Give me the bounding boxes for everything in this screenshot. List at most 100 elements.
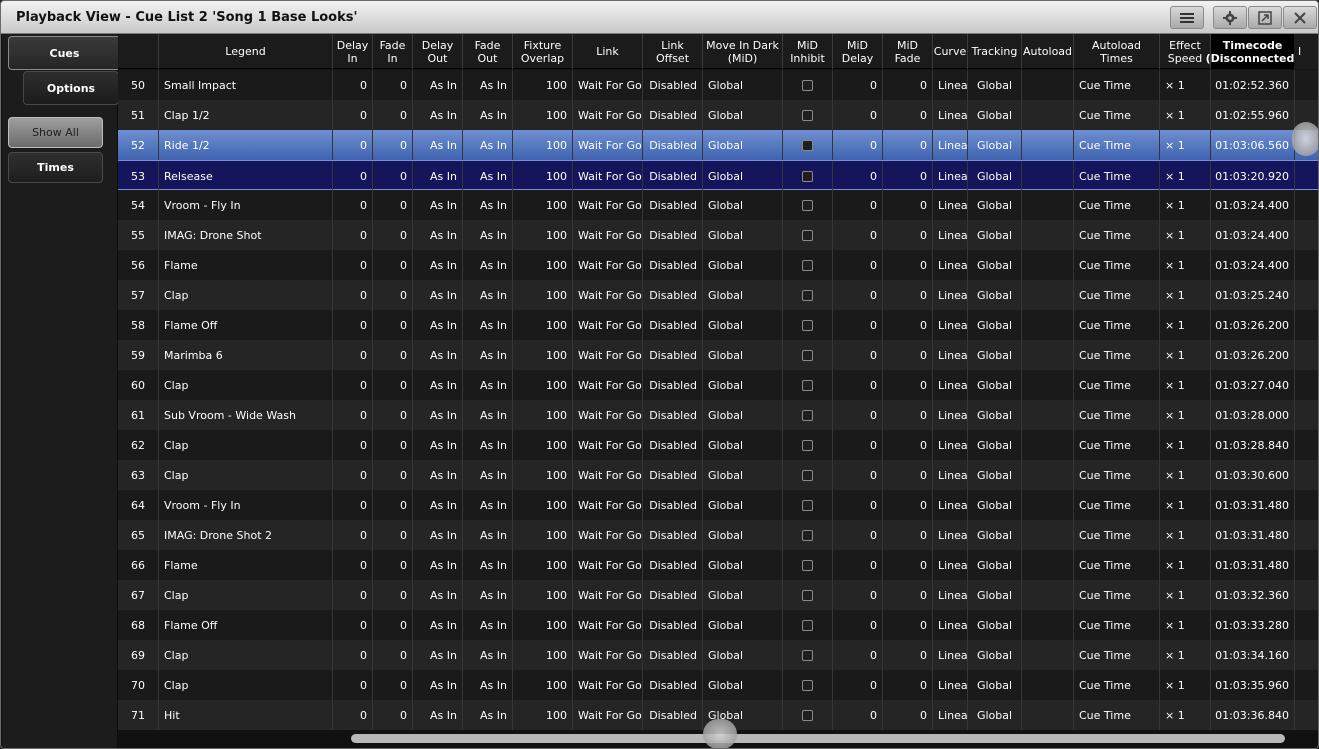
cell-num[interactable]: 65 (118, 520, 159, 550)
header-cell-tracking[interactable]: Tracking (968, 34, 1022, 69)
cell-fixture-overlap[interactable]: 100 (513, 280, 573, 310)
cell-mid-delay[interactable]: 0 (833, 220, 883, 250)
cue-row[interactable]: 61 Sub Vroom - Wide Wash 0 0 As In As In 100 Wa… (118, 400, 1318, 430)
cell-mid-fade[interactable]: 0 (883, 580, 933, 610)
cell-curve[interactable]: Linear (933, 190, 968, 220)
cell-mid[interactable]: Global (703, 280, 783, 310)
cell-num[interactable]: 57 (118, 280, 159, 310)
cell-fade-out[interactable]: As In (463, 460, 513, 490)
cell-mid-fade[interactable]: 0 (883, 70, 933, 100)
cell-timecode[interactable]: 01:03:26.200 (1211, 340, 1295, 370)
cell-fade-in[interactable]: 0 (373, 100, 413, 130)
cell-mid-delay[interactable]: 0 (833, 400, 883, 430)
cell-tracking[interactable]: Global (968, 70, 1022, 100)
cell-curve[interactable]: Linear (933, 70, 968, 100)
cell-delay-out[interactable]: As In (413, 280, 463, 310)
cell-curve[interactable]: Linear (933, 580, 968, 610)
cell-delay-out[interactable]: As In (413, 640, 463, 670)
cell-delay-in[interactable]: 0 (333, 550, 373, 580)
cell-num[interactable]: 66 (118, 550, 159, 580)
header-cell-num[interactable] (118, 34, 159, 69)
cell-mid-fade[interactable]: 0 (883, 700, 933, 730)
cell-delay-out[interactable]: As In (413, 370, 463, 400)
cell-mid[interactable]: Global (703, 370, 783, 400)
cell-mid[interactable]: Global (703, 70, 783, 100)
cell-link[interactable]: Wait For Go (573, 550, 643, 580)
cell-fade-in[interactable]: 0 (373, 460, 413, 490)
cell-curve[interactable]: Linear (933, 610, 968, 640)
cell-tracking[interactable]: Global (968, 400, 1022, 430)
cue-row[interactable]: 70 Clap 0 0 As In As In 100 Wait For Go Disabled… (118, 670, 1318, 700)
cell-fade-in[interactable]: 0 (373, 640, 413, 670)
cell-link-offset[interactable]: Disabled (643, 280, 703, 310)
cell-autoload[interactable] (1022, 340, 1074, 370)
tab-cues[interactable]: Cues (8, 36, 120, 70)
cue-row[interactable]: 59 Marimba 6 0 0 As In As In 100 Wait For Go Dis… (118, 340, 1318, 370)
cell-tracking[interactable]: Global (968, 280, 1022, 310)
cell-mid[interactable]: Global (703, 340, 783, 370)
cell-delay-out[interactable]: As In (413, 610, 463, 640)
cell-mid-fade[interactable]: 0 (883, 220, 933, 250)
cell-tracking[interactable]: Global (968, 670, 1022, 700)
cue-row[interactable]: 69 Clap 0 0 As In As In 100 Wait For Go Disabled… (118, 640, 1318, 670)
cell-link-offset[interactable]: Disabled (643, 640, 703, 670)
cell-timecode[interactable]: 01:03:24.400 (1211, 250, 1295, 280)
cell-curve[interactable]: Linear (933, 490, 968, 520)
mid-inhibit-checkbox[interactable] (802, 559, 813, 571)
cell-legend[interactable]: Small Impact (159, 70, 333, 100)
cell-fade-in[interactable]: 0 (373, 610, 413, 640)
cell-delay-in[interactable]: 0 (333, 190, 373, 220)
cell-mid-fade[interactable]: 0 (883, 610, 933, 640)
cell-legend[interactable]: Flame Off (159, 610, 333, 640)
cell-tracking[interactable]: Global (968, 130, 1022, 160)
cell-link[interactable]: Wait For Go (573, 400, 643, 430)
cell-legend[interactable]: Flame Off (159, 310, 333, 340)
cell-mid-fade[interactable]: 0 (883, 100, 933, 130)
cell-link[interactable]: Wait For Go (573, 700, 643, 730)
cell-effect-speed[interactable]: × 1 (1160, 700, 1211, 730)
show-all-button[interactable]: Show All (8, 117, 103, 148)
mid-inhibit-checkbox[interactable] (802, 379, 813, 391)
cell-fade-out[interactable]: As In (463, 580, 513, 610)
cell-link-offset[interactable]: Disabled (643, 610, 703, 640)
mid-inhibit-checkbox[interactable] (802, 589, 813, 601)
cell-autoload-times[interactable]: Cue Time (1074, 130, 1160, 160)
cell-num[interactable]: 64 (118, 490, 159, 520)
cell-mid-delay[interactable]: 0 (833, 520, 883, 550)
cell-fade-out[interactable]: As In (463, 70, 513, 100)
cell-fade-in[interactable]: 0 (373, 430, 413, 460)
cell-mid-delay[interactable]: 0 (833, 670, 883, 700)
cell-mid[interactable]: Global (703, 310, 783, 340)
cell-timecode[interactable]: 01:03:31.480 (1211, 490, 1295, 520)
cell-delay-out[interactable]: As In (413, 250, 463, 280)
cell-mid-fade[interactable]: 0 (883, 490, 933, 520)
cue-row[interactable]: 56 Flame 0 0 As In As In 100 Wait For Go Disable… (118, 250, 1318, 280)
cell-legend[interactable]: Hit (159, 700, 333, 730)
cell-link-offset[interactable]: Disabled (643, 670, 703, 700)
cell-delay-in[interactable]: 0 (333, 161, 373, 191)
cell-num[interactable]: 59 (118, 340, 159, 370)
cell-timecode[interactable]: 01:03:25.240 (1211, 280, 1295, 310)
mid-inhibit-checkbox[interactable] (802, 170, 813, 182)
mid-inhibit-checkbox[interactable] (802, 79, 813, 91)
cell-autoload[interactable] (1022, 100, 1074, 130)
cell-timecode[interactable]: 01:03:24.400 (1211, 220, 1295, 250)
cell-curve[interactable]: Linear (933, 700, 968, 730)
mid-inhibit-checkbox[interactable] (802, 469, 813, 481)
cell-autoload[interactable] (1022, 70, 1074, 100)
cell-fixture-overlap[interactable]: 100 (513, 670, 573, 700)
cell-autoload-times[interactable]: Cue Time (1074, 220, 1160, 250)
cell-legend[interactable]: Flame (159, 550, 333, 580)
cell-mid-delay[interactable]: 0 (833, 550, 883, 580)
cell-effect-speed[interactable]: × 1 (1160, 580, 1211, 610)
cell-curve[interactable]: Linear (933, 220, 968, 250)
cell-effect-speed[interactable]: × 1 (1160, 100, 1211, 130)
header-cell-mid[interactable]: Move In Dark (MiD) (703, 34, 783, 69)
cell-timecode[interactable]: 01:03:36.840 (1211, 700, 1295, 730)
cell-delay-in[interactable]: 0 (333, 580, 373, 610)
cell-mid[interactable]: Global (703, 640, 783, 670)
cell-fade-out[interactable]: As In (463, 130, 513, 160)
cell-mid-delay[interactable]: 0 (833, 370, 883, 400)
cell-tracking[interactable]: Global (968, 640, 1022, 670)
cell-autoload[interactable] (1022, 310, 1074, 340)
